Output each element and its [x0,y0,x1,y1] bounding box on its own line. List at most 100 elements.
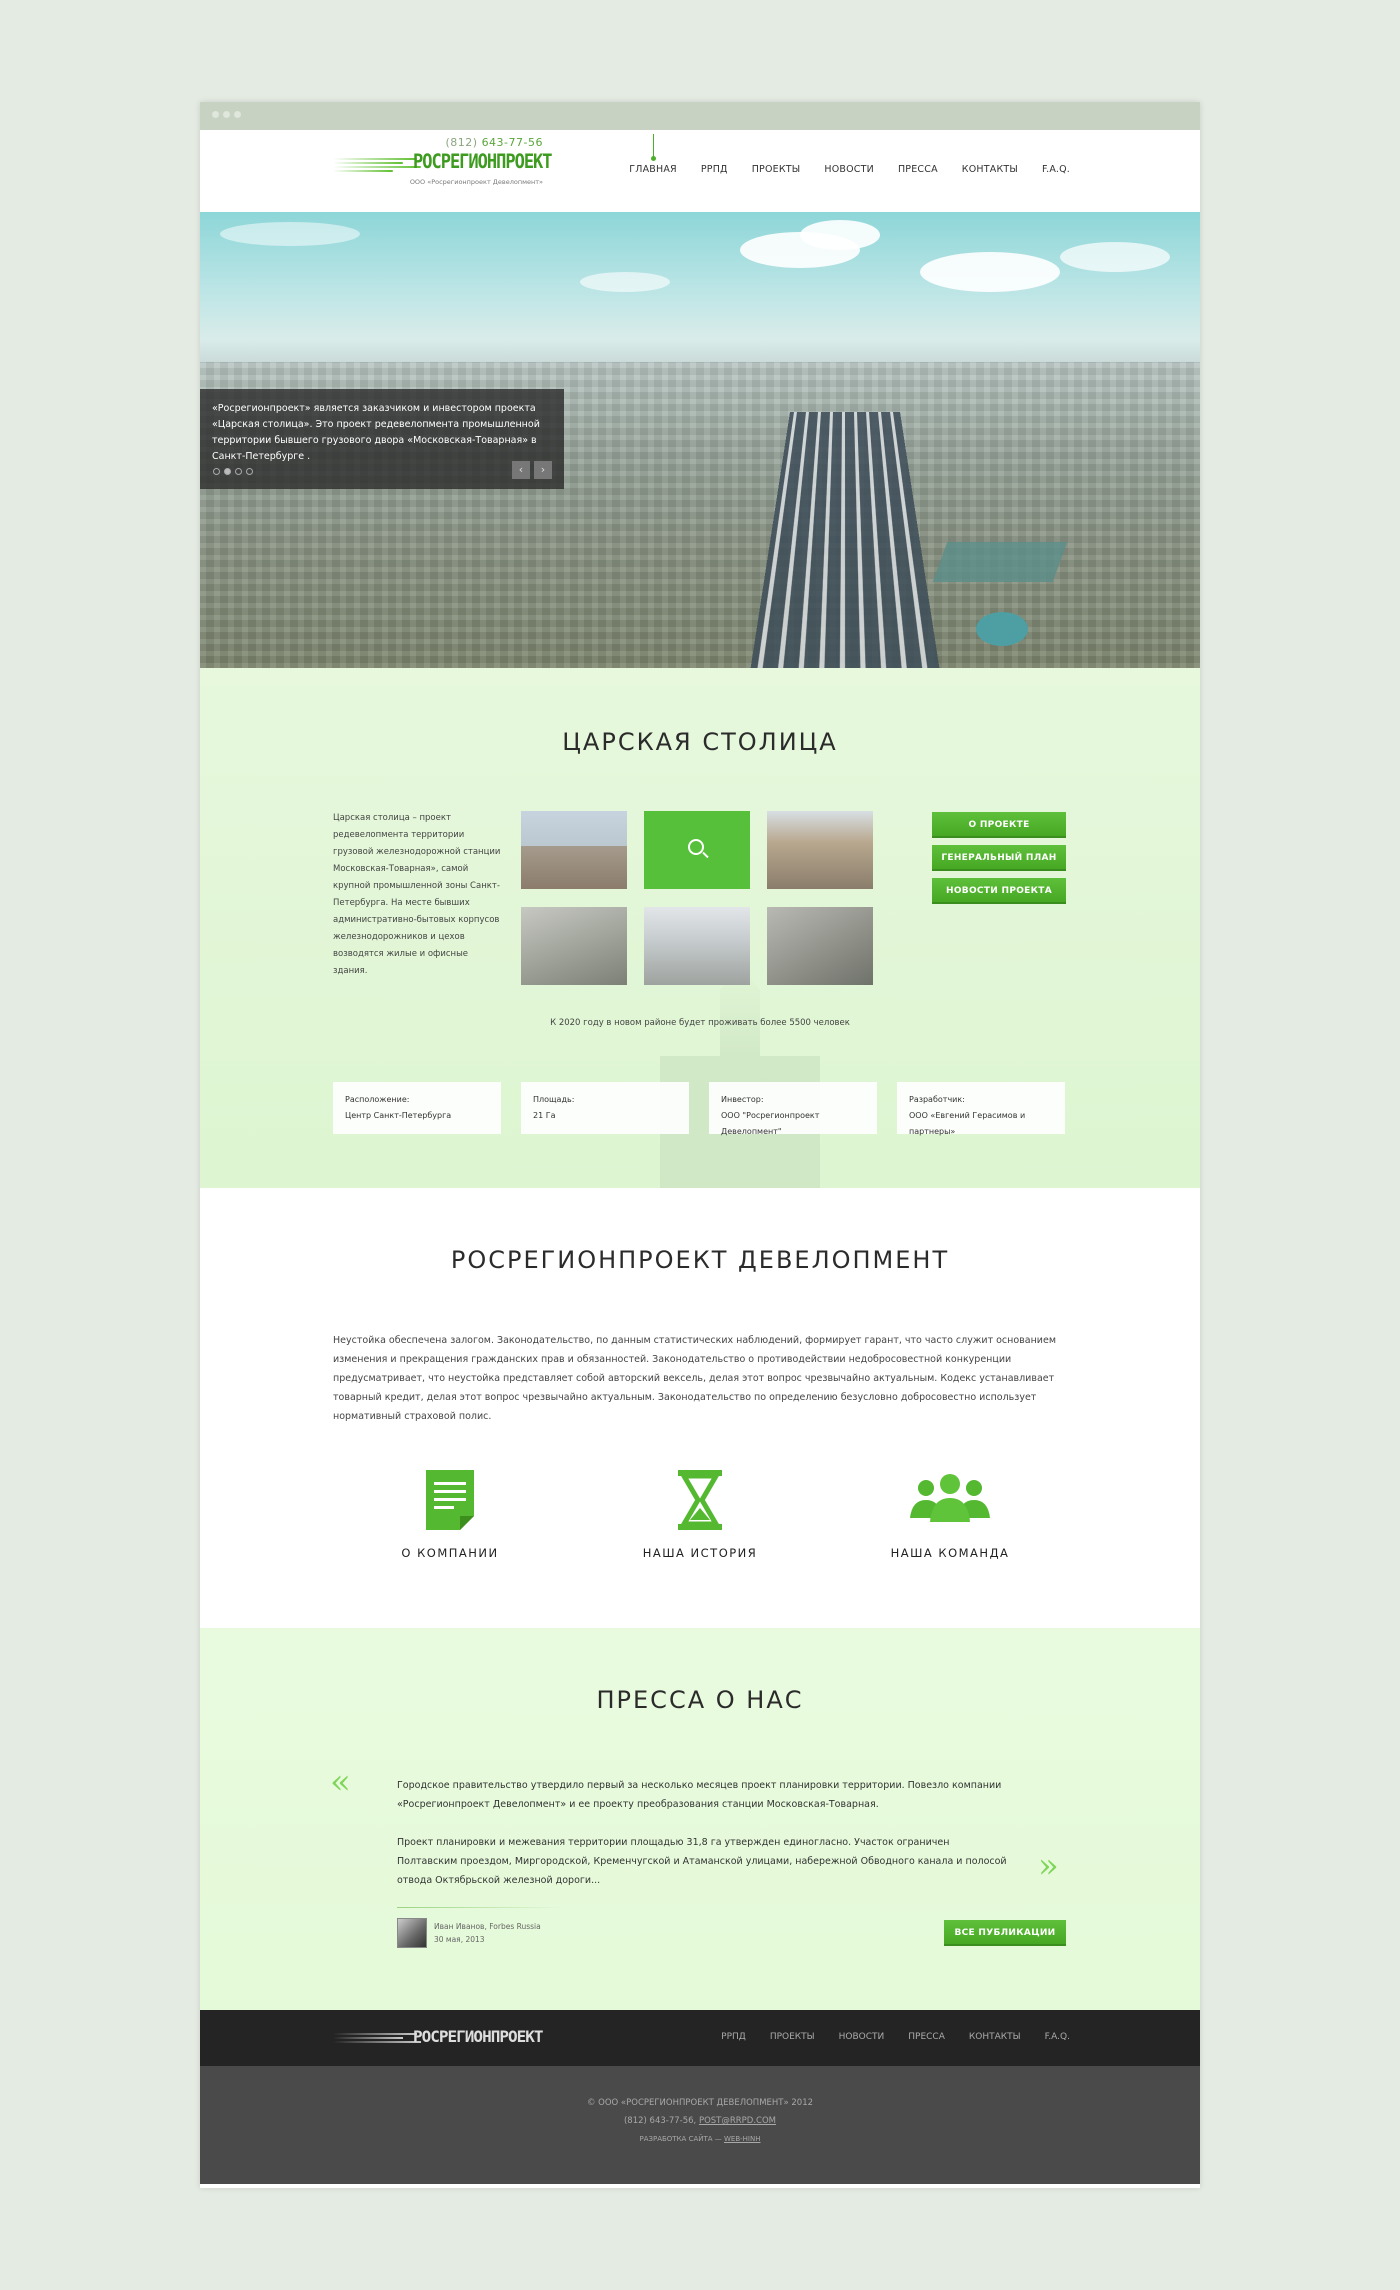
window-dot[interactable] [234,111,241,118]
press-title: ПРЕССА О НАС [596,1686,804,1714]
info-value: ООО «Евгений Герасимов и партнеры» [909,1111,1026,1136]
team-icon [910,1474,990,1522]
history-label: НАША ИСТОРИЯ [642,1546,758,1560]
press-paragraph: Городское правительство утвердило первый… [397,1780,1002,1810]
info-label: Разработчик: [909,1095,965,1104]
phone-prefix: (812) [445,136,478,149]
gallery-thumb[interactable] [644,907,750,985]
about-company-label: О КОМПАНИИ [401,1546,499,1560]
info-card-area: Площадь: 21 Га [521,1082,689,1134]
info-label: Расположение: [345,1095,410,1104]
project-info: Расположение: Центр Санкт-Петербурга Пло… [333,1082,1065,1136]
master-plan-button[interactable]: ГЕНЕРАЛЬНЫЙ ПЛАН [932,845,1066,871]
info-value: Центр Санкт-Петербурга [345,1111,452,1120]
nav-projects[interactable]: ПРОЕКТЫ [752,164,801,175]
author-name: Иван Иванов, Forbes Russia [434,1922,541,1931]
info-label: Площадь: [533,1095,575,1104]
footer-nav-rrpd[interactable]: РРПД [721,2032,746,2042]
gallery-thumb[interactable] [767,811,873,889]
info-label: Инвестор: [721,1095,764,1104]
company-description: Неустойка обеспечена залогом. Законодате… [333,1335,1056,1422]
window-controls [212,111,241,118]
browser-chrome [200,102,1200,130]
project-section: ЦАРСКАЯ СТОЛИЦА Царская столица – проект… [200,668,1200,1188]
header-phone: (812) 643-77-56 [445,136,543,149]
press-author: Иван Иванов, Forbes Russia 30 мая, 2013 [397,1918,541,1948]
footer-logo-speed-lines [333,2031,423,2047]
press-prev-quote-icon[interactable]: « [330,1762,351,1802]
hero-building [932,542,1068,582]
hourglass-icon [678,1470,722,1530]
zoom-icon [688,839,704,855]
team-link[interactable]: НАША КОМАНДА [850,1468,1050,1560]
logo-subtitle: ООО «Росрегионпроект Девелопмент» [409,178,543,186]
footer-brand: РОСРЕГИОНПРОЕКТ [413,2027,543,2046]
info-card-developer: Разработчик: ООО «Евгений Герасимов и па… [897,1082,1065,1136]
footer-nav-faq[interactable]: F.A.Q. [1045,2032,1070,2042]
about-company-link[interactable]: О КОМПАНИИ [350,1468,550,1560]
footer-contacts: (812) 643-77-56, POST@RRPD.COM [200,2112,1200,2130]
team-label: НАША КОМАНДА [890,1546,1010,1560]
hero-slider: «Росрегионпроект» является заказчиком и … [200,212,1200,668]
slider-dots [213,468,253,475]
church-watermark [660,968,820,1188]
footer-nav-press[interactable]: ПРЕССА [908,2032,945,2042]
footer-nav-news[interactable]: НОВОСТИ [839,2032,885,2042]
author-meta: Иван Иванов, Forbes Russia 30 мая, 2013 [434,1920,541,1946]
document-icon [426,1470,474,1530]
press-section: ПРЕССА О НАС « » Городское правительство… [200,1628,1200,2010]
footer-dev: РАЗРАБОТКА САЙТА — WEB-HINH [200,2130,1200,2148]
footer-nav-projects[interactable]: ПРОЕКТЫ [770,2032,815,2042]
hero-caption: «Росрегионпроект» является заказчиком и … [200,389,564,489]
slider-dot[interactable] [235,468,242,475]
site-header: (812) 643-77-56 РОСРЕГИОНПРОЕКТ ООО «Рос… [200,130,1200,212]
company-section: РОСРЕГИОНПРОЕКТ ДЕВЕЛОПМЕНТ Неустойка об… [200,1188,1200,1628]
slider-dot-active[interactable] [224,468,231,475]
project-gallery [521,811,881,985]
project-news-button[interactable]: НОВОСТИ ПРОЕКТА [932,878,1066,904]
author-divider [397,1907,567,1908]
press-paragraph: Проект планировки и межевания территории… [397,1837,1007,1886]
gallery-thumb[interactable] [767,907,873,985]
press-next-quote-icon[interactable]: » [1038,1846,1059,1886]
gallery-thumb[interactable] [521,811,627,889]
site-logo[interactable]: (812) 643-77-56 РОСРЕГИОНПРОЕКТ ООО «Рос… [333,136,553,192]
window-dot[interactable] [223,111,230,118]
project-title: ЦАРСКАЯ СТОЛИЦА [562,728,838,756]
phone-number: 643-77-56 [481,136,543,149]
info-value: 21 Га [533,1111,556,1120]
nav-faq[interactable]: F.A.Q. [1042,164,1070,175]
logo-brand: РОСРЕГИОНПРОЕКТ [413,150,553,174]
nav-contacts[interactable]: КОНТАКТЫ [962,164,1018,175]
slider-prev-button[interactable]: ‹ [512,461,530,479]
slider-arrows: ‹ › [512,461,552,479]
info-card-location: Расположение: Центр Санкт-Петербурга [333,1082,501,1134]
gallery-thumb-active[interactable] [644,811,750,889]
window-dot[interactable] [212,111,219,118]
footer-phone: (812) 643-77-56, [623,2116,697,2126]
footer-nav: РРПД ПРОЕКТЫ НОВОСТИ ПРЕССА КОНТАКТЫ F.A… [697,2032,1070,2042]
nav-home[interactable]: ГЛАВНАЯ [629,134,677,175]
avatar [397,1918,427,1948]
footer-nav-bar: РОСРЕГИОНПРОЕКТ РРПД ПРОЕКТЫ НОВОСТИ ПРЕ… [200,2010,1200,2066]
nav-news[interactable]: НОВОСТИ [824,164,874,175]
footer-nav-contacts[interactable]: КОНТАКТЫ [969,2032,1021,2042]
slider-next-button[interactable]: › [534,461,552,479]
logo-speed-lines [333,156,423,174]
company-title: РОСРЕГИОНПРОЕКТ ДЕВЕЛОПМЕНТ [450,1246,950,1274]
project-description: Царская столица – проект редевелопмента … [333,813,501,976]
nav-rrpd[interactable]: РРПД [701,164,728,175]
press-text: Городское правительство утвердило первый… [397,1776,1007,1890]
project-note: К 2020 году в новом районе будет прожива… [550,1018,850,1028]
project-buttons: О ПРОЕКТЕ ГЕНЕРАЛЬНЫЙ ПЛАН НОВОСТИ ПРОЕК… [932,812,1066,904]
all-publications-button[interactable]: ВСЕ ПУБЛИКАЦИИ [944,1920,1066,1946]
slider-dot[interactable] [246,468,253,475]
footer-dev-link[interactable]: WEB-HINH [724,2135,761,2143]
about-project-button[interactable]: О ПРОЕКТЕ [932,812,1066,838]
footer-logo[interactable]: РОСРЕГИОНПРОЕКТ [333,2026,543,2050]
slider-dot[interactable] [213,468,220,475]
nav-press[interactable]: ПРЕССА [898,164,938,175]
footer-email-link[interactable]: POST@RRPD.COM [699,2116,776,2126]
history-link[interactable]: НАША ИСТОРИЯ [600,1468,800,1560]
gallery-thumb[interactable] [521,907,627,985]
